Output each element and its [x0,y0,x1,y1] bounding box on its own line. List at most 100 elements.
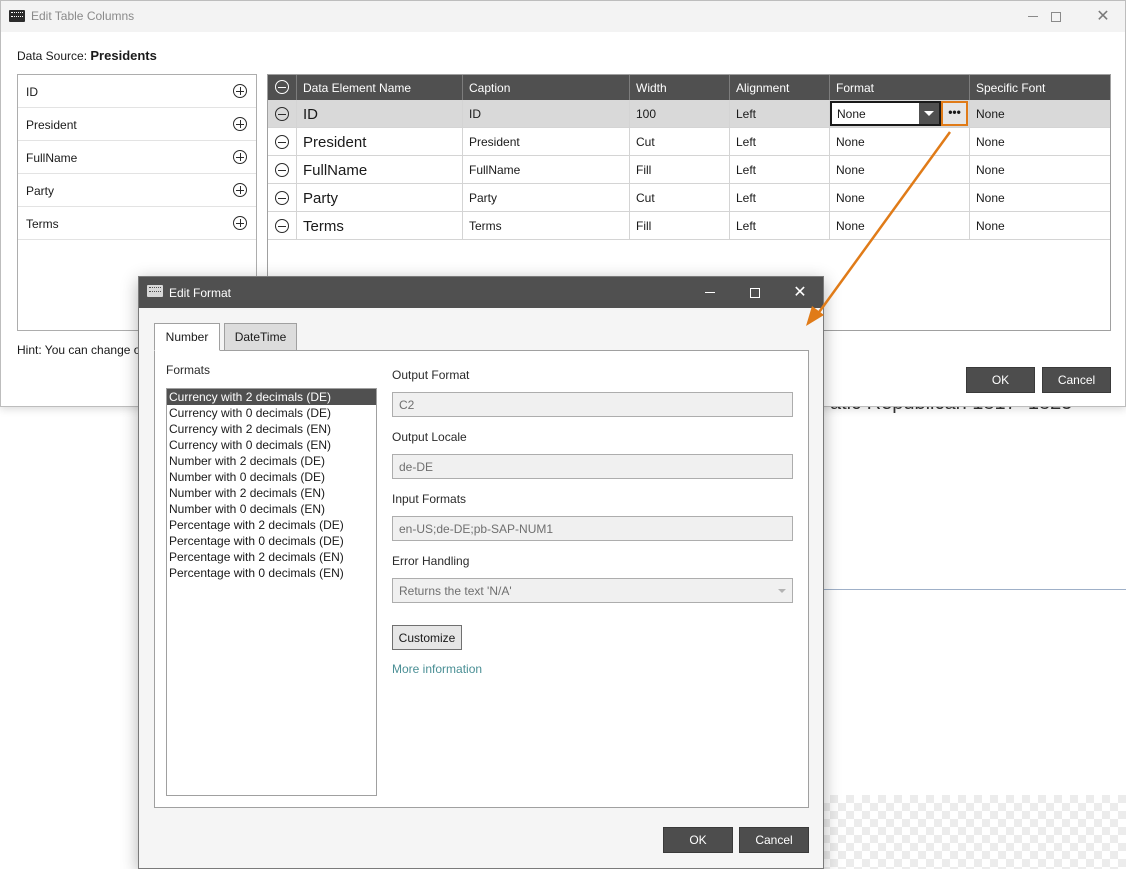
format-list-item[interactable]: Number with 2 decimals (DE) [167,453,376,469]
dialog-maximize-button[interactable] [732,277,778,308]
field-item[interactable]: Terms [18,207,256,240]
customize-button[interactable]: Customize [392,625,462,650]
remove-circle-icon[interactable] [275,219,289,233]
cell-format[interactable]: None [830,156,970,184]
header-format[interactable]: Format [830,75,970,100]
cell-specific-font[interactable]: None [970,184,1110,212]
format-list-item[interactable]: Currency with 2 decimals (DE) [167,389,376,405]
cell-alignment[interactable]: Left [730,156,830,184]
data-source-label: Data Source: Presidents [17,48,157,63]
cell-caption[interactable]: FullName [463,156,630,184]
maximize-button[interactable] [1033,1,1079,32]
remove-circle-icon[interactable] [275,107,289,121]
add-circle-icon[interactable] [233,183,247,197]
header-data-element-name[interactable]: Data Element Name [297,75,463,100]
remove-cell[interactable] [268,128,297,156]
remove-circle-icon [275,80,289,94]
cell-width[interactable]: 100 [630,100,730,128]
field-item[interactable]: ID [18,75,256,108]
tab-datetime[interactable]: DateTime [224,323,297,351]
remove-circle-icon[interactable] [275,163,289,177]
add-circle-icon[interactable] [233,150,247,164]
table-row[interactable]: President President Cut Left None None [268,128,1110,156]
cell-width[interactable]: Cut [630,184,730,212]
edit-format-ellipsis-button[interactable]: ••• [941,101,968,126]
add-circle-icon[interactable] [233,84,247,98]
cell-format[interactable]: None [830,128,970,156]
background-checker [822,795,1126,869]
dialog-ok-button[interactable]: OK [663,827,733,853]
cell-data-element-name[interactable]: ID [297,100,463,128]
cell-caption[interactable]: Party [463,184,630,212]
remove-circle-icon[interactable] [275,191,289,205]
header-specific-font[interactable]: Specific Font [970,75,1110,100]
cell-specific-font[interactable]: None [970,100,1110,128]
cell-caption[interactable]: President [463,128,630,156]
cell-width[interactable]: Fill [630,212,730,240]
close-button[interactable]: ✕ [1080,1,1126,32]
cell-data-element-name[interactable]: Terms [297,212,463,240]
format-combobox[interactable]: None [830,101,941,126]
cell-alignment[interactable]: Left [730,128,830,156]
field-item[interactable]: FullName [18,141,256,174]
cancel-button[interactable]: Cancel [1042,367,1111,393]
cell-caption[interactable]: Terms [463,212,630,240]
error-handling-select[interactable]: Returns the text 'N/A' [392,578,793,603]
table-row[interactable]: FullName FullName Fill Left None None [268,156,1110,184]
field-item[interactable]: President [18,108,256,141]
dialog-minimize-button[interactable] [687,277,733,308]
cell-specific-font[interactable]: None [970,128,1110,156]
format-list-item[interactable]: Percentage with 0 decimals (DE) [167,533,376,549]
dialog-close-button[interactable]: ✕ [777,277,823,308]
format-list-item[interactable]: Percentage with 2 decimals (DE) [167,517,376,533]
add-circle-icon[interactable] [233,216,247,230]
cell-width[interactable]: Fill [630,156,730,184]
remove-cell[interactable] [268,184,297,212]
format-list-item[interactable]: Currency with 0 decimals (EN) [167,437,376,453]
format-list-item[interactable]: Currency with 0 decimals (DE) [167,405,376,421]
more-information-link[interactable]: More information [392,662,482,676]
table-row[interactable]: ID ID 100 Left None None ••• [268,100,1110,128]
table-row[interactable]: Party Party Cut Left None None [268,184,1110,212]
output-format-field[interactable]: C2 [392,392,793,417]
cell-data-element-name[interactable]: President [297,128,463,156]
cell-data-element-name[interactable]: Party [297,184,463,212]
input-formats-field[interactable]: en-US;de-DE;pb-SAP-NUM1 [392,516,793,541]
format-list-item[interactable]: Number with 0 decimals (EN) [167,501,376,517]
cell-specific-font[interactable]: None [970,212,1110,240]
format-list-item[interactable]: Currency with 2 decimals (EN) [167,421,376,437]
ok-button[interactable]: OK [966,367,1035,393]
cell-width[interactable]: Cut [630,128,730,156]
add-circle-icon[interactable] [233,117,247,131]
remove-cell[interactable] [268,212,297,240]
header-caption[interactable]: Caption [463,75,630,100]
header-remove-all[interactable] [268,75,297,100]
cell-alignment[interactable]: Left [730,212,830,240]
cell-alignment[interactable]: Left [730,100,830,128]
cell-format[interactable]: None [830,184,970,212]
format-list-item[interactable]: Percentage with 0 decimals (EN) [167,565,376,581]
cell-format[interactable]: None [830,212,970,240]
title-bar: Edit Table Columns ✕ [1,1,1125,32]
remove-circle-icon[interactable] [275,135,289,149]
formats-list[interactable]: Currency with 2 decimals (DE) Currency wi… [166,388,377,796]
format-combobox-value: None [837,107,866,121]
dialog-cancel-button[interactable]: Cancel [739,827,809,853]
cell-data-element-name[interactable]: FullName [297,156,463,184]
table-row[interactable]: Terms Terms Fill Left None None [268,212,1110,240]
format-list-item[interactable]: Number with 0 decimals (DE) [167,469,376,485]
remove-cell[interactable] [268,156,297,184]
cell-alignment[interactable]: Left [730,184,830,212]
remove-cell[interactable] [268,100,297,128]
tab-number[interactable]: Number [154,323,220,351]
header-alignment[interactable]: Alignment [730,75,830,100]
field-item[interactable]: Party [18,174,256,207]
dropdown-arrow-icon[interactable] [919,103,939,124]
cell-specific-font[interactable]: None [970,156,1110,184]
output-locale-field[interactable]: de-DE [392,454,793,479]
cell-caption[interactable]: ID [463,100,630,128]
format-list-item[interactable]: Number with 2 decimals (EN) [167,485,376,501]
maximize-icon [750,287,760,298]
header-width[interactable]: Width [630,75,730,100]
format-list-item[interactable]: Percentage with 2 decimals (EN) [167,549,376,565]
